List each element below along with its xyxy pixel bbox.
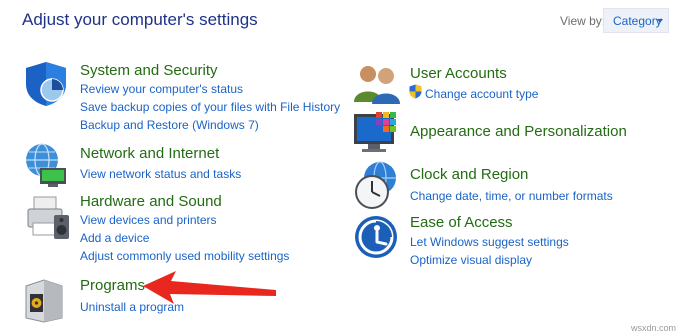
view-by-label: View by: bbox=[560, 14, 606, 28]
link-windows-suggest-settings[interactable]: Let Windows suggest settings bbox=[410, 235, 569, 249]
category-programs[interactable]: Programs bbox=[80, 277, 145, 294]
category-appearance-and-personalization[interactable]: Appearance and Personalization bbox=[410, 123, 627, 140]
link-view-devices-printers[interactable]: View devices and printers bbox=[80, 213, 217, 227]
category-system-and-security[interactable]: System and Security bbox=[80, 62, 218, 79]
category-network-and-internet[interactable]: Network and Internet bbox=[80, 145, 219, 162]
chevron-down-icon bbox=[657, 19, 663, 23]
view-by-value: Category bbox=[613, 14, 662, 28]
category-hardware-and-sound[interactable]: Hardware and Sound bbox=[80, 193, 222, 210]
category-clock-and-region[interactable]: Clock and Region bbox=[410, 166, 528, 183]
link-change-date-time-formats[interactable]: Change date, time, or number formats bbox=[410, 189, 613, 203]
link-backup-and-restore[interactable]: Backup and Restore (Windows 7) bbox=[80, 118, 259, 132]
link-change-account-type[interactable]: Change account type bbox=[425, 87, 538, 101]
link-optimize-visual-display[interactable]: Optimize visual display bbox=[410, 253, 532, 267]
clock-region-icon bbox=[355, 161, 396, 209]
network-globe-icon bbox=[26, 143, 66, 187]
annotation-arrow bbox=[143, 271, 276, 304]
link-file-history-backup[interactable]: Save backup copies of your files with Fi… bbox=[80, 100, 340, 114]
link-add-device[interactable]: Add a device bbox=[80, 231, 149, 245]
view-by-dropdown[interactable]: Category bbox=[603, 8, 669, 33]
appearance-monitor-icon bbox=[354, 112, 396, 152]
ease-of-access-icon bbox=[355, 216, 397, 258]
programs-icon bbox=[25, 279, 63, 323]
category-user-accounts[interactable]: User Accounts bbox=[410, 65, 507, 82]
link-view-network-status[interactable]: View network status and tasks bbox=[80, 167, 241, 181]
user-accounts-icon bbox=[354, 66, 400, 104]
uac-shield-icon bbox=[409, 84, 422, 99]
watermark: wsxdn.com bbox=[630, 323, 676, 333]
link-review-computer-status[interactable]: Review your computer's status bbox=[80, 82, 243, 96]
shield-icon bbox=[26, 62, 66, 106]
category-ease-of-access[interactable]: Ease of Access bbox=[410, 214, 513, 231]
link-mobility-settings[interactable]: Adjust commonly used mobility settings bbox=[80, 249, 289, 263]
printer-icon bbox=[27, 196, 69, 239]
page-title: Adjust your computer's settings bbox=[22, 10, 258, 29]
